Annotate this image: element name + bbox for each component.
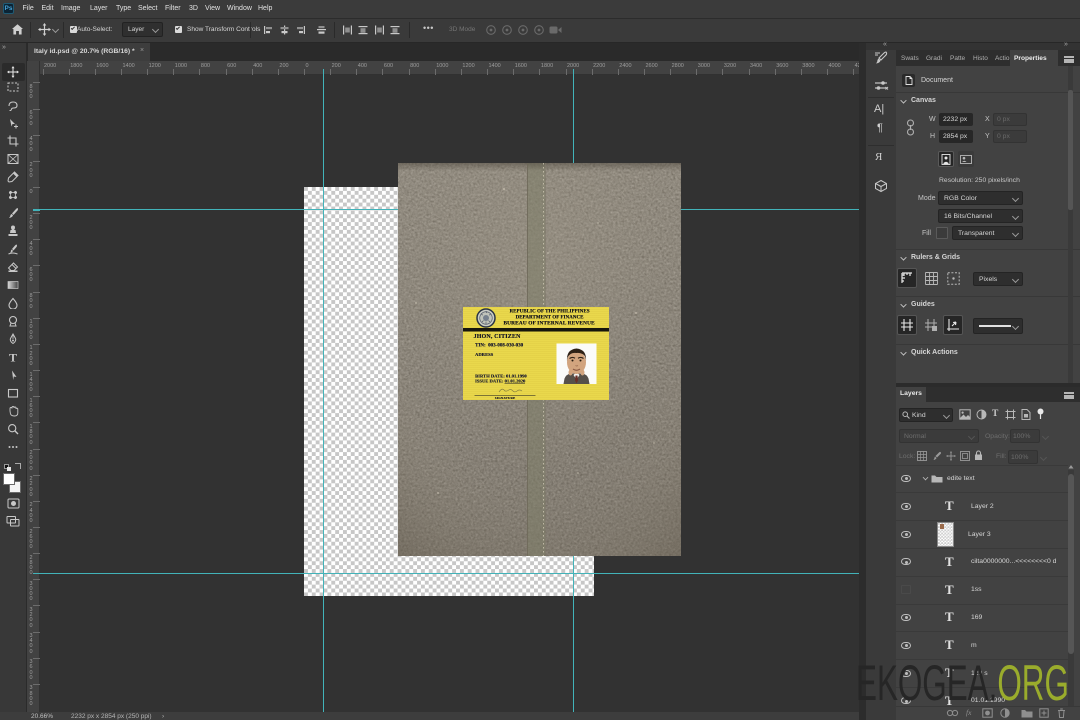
svg-text:T: T	[9, 351, 17, 363]
